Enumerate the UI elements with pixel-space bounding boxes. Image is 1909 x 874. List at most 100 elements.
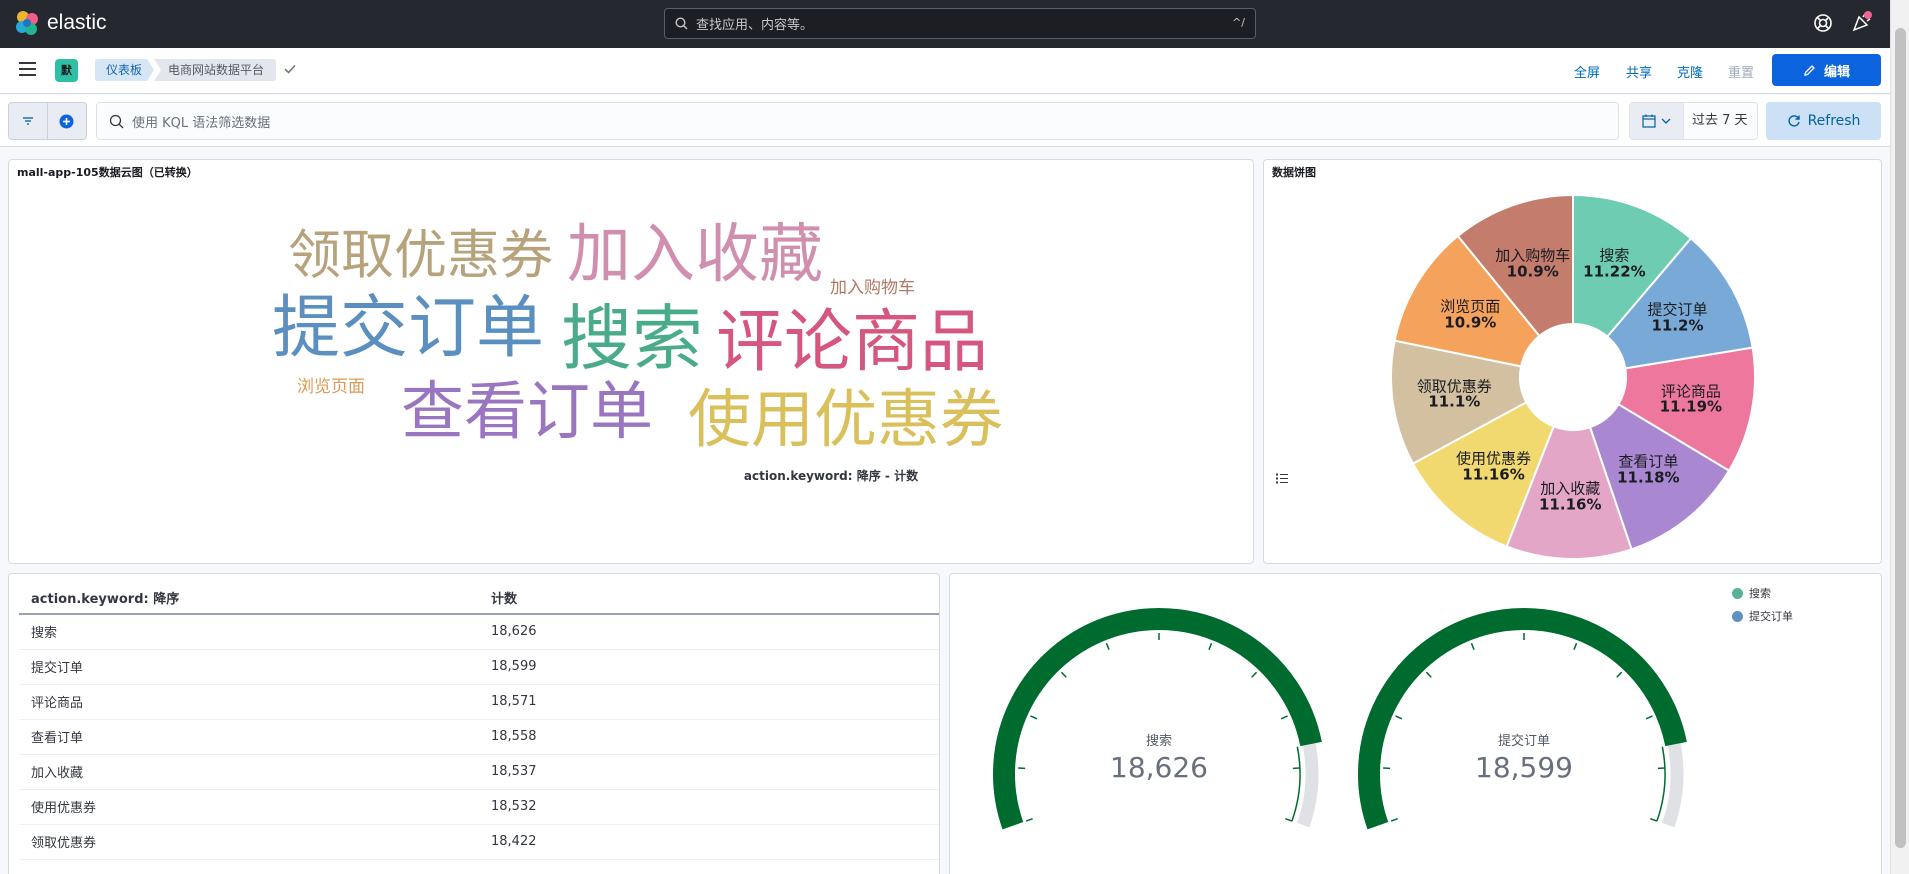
table-cell: 提交订单 [19,649,479,685]
share-link[interactable]: 共享 [1626,62,1652,81]
reset-link[interactable]: 重置 [1728,62,1754,81]
gauge-chart[interactable] [950,574,1882,874]
wordcloud-word[interactable]: 浏览页面 [297,379,365,396]
pie-panel[interactable]: 数据饼图 搜索 11.22% 提交订单 11.2% 评论商品 11.19% 查看订单 11.1… [1263,159,1882,564]
gauge-tick [1280,715,1288,720]
filter-menu-button[interactable] [9,103,48,139]
table-row: 提交订单 18,599 [19,649,939,685]
plus-circle-icon [59,114,74,128]
table-row: 评论商品 18,571 [19,684,939,720]
gauge-panel[interactable]: 搜索 提交订单 搜索 18,626 提交订单 18,599 [949,573,1882,874]
table-cell: 搜索 [19,614,479,650]
table-row: 查看订单 18,558 [19,719,939,755]
wordcloud-word[interactable]: 查看订单 [401,380,653,443]
gauge-inner-arc [1291,746,1301,822]
gauge-readout: 提交订单 18,599 [1475,730,1573,784]
chevron-down-icon [1661,118,1671,124]
pie-slice-label: 加入收藏 11.16% [1538,479,1602,513]
column-header[interactable]: action.keyword: 降序 [19,582,479,615]
pie-slice-label: 搜索 11.22% [1583,246,1646,281]
search-shortcut: ^/ [1232,16,1245,29]
gauge-tick [1395,715,1403,720]
table-cell: 18,599 [479,649,939,685]
pie-slice-label: 评论商品 11.19% [1659,381,1723,416]
gauge-tick [1285,817,1293,822]
menu-icon[interactable] [19,62,36,76]
refresh-icon [1787,115,1800,127]
help-icon[interactable] [1812,12,1834,34]
wordcloud-word[interactable]: 搜索 [561,303,703,374]
search-icon [109,114,124,128]
edit-button-label: 编辑 [1823,64,1850,80]
table-row: 领取优惠券 18,422 [19,824,939,860]
table-cell: 评论商品 [19,684,479,720]
pie-slice-label: 加入购物车 10.9% [1495,246,1571,280]
space-avatar[interactable]: 默 [55,59,78,82]
column-header[interactable]: 计数 [479,582,939,615]
pie-slice-label: 查看订单 11.18% [1617,452,1680,487]
breadcrumb-current-dashboard: 电商网站数据平台 [154,59,277,81]
gauge-inner-arc [1656,746,1666,822]
panel-title: mall-app-105数据云图（已转换） [17,166,198,179]
gauge-tick [1616,671,1623,678]
pie-slice-label: 使用优惠券 11.16% [1455,449,1532,483]
gauge-value: 18,599 [1475,751,1573,784]
data-table: action.keyword: 降序 计数 搜索 18,626 提交订单 18,59… [19,582,939,860]
page-scrollbar[interactable] [1890,0,1909,874]
gauge-fill[interactable] [993,608,1322,830]
add-filter-button[interactable] [48,103,87,139]
gauge-tick [1025,817,1033,822]
brand-name: elastic [47,11,107,34]
elastic-logo[interactable]: elastic [14,10,107,36]
notification-dot [1864,11,1872,19]
table-cell: 18,571 [479,684,939,720]
table-cell: 18,532 [479,789,939,825]
fullscreen-link[interactable]: 全屏 [1574,62,1600,81]
kql-search-input[interactable]: 使用 KQL 语法筛选数据 [96,102,1619,140]
table-cell: 使用优惠券 [19,789,479,825]
elastic-logo-icon [16,11,38,35]
gauge-tick [1208,642,1213,650]
pie-slice-label: 提交订单 11.2% [1647,300,1708,334]
edit-button[interactable]: 编辑 [1772,54,1881,86]
table-row: 使用优惠券 18,532 [19,789,939,825]
wordcloud-word[interactable]: 领取优惠券 [288,229,553,282]
saved-check-icon [284,64,296,74]
wordcloud-word[interactable]: 提交订单 [272,295,544,363]
gauge-readout: 搜索 18,626 [1110,730,1208,784]
gauge-tick [1060,671,1067,678]
table-cell: 领取优惠券 [19,824,479,860]
wordcloud-panel[interactable]: mall-app-105数据云图（已转换） 领取优惠券 加入收藏 加入购物车 提… [8,159,1254,564]
wordcloud-word[interactable]: 加入购物车 [830,280,915,297]
data-table-panel[interactable]: action.keyword: 降序 计数 搜索 18,626 提交订单 18,59… [8,573,940,874]
kql-placeholder: 使用 KQL 语法筛选数据 [132,115,271,131]
scrollbar-thumb[interactable] [1895,28,1906,848]
gauge-tick [1470,642,1475,650]
wordcloud-axis-label: action.keyword: 降序 - 计数 [743,469,919,483]
table-row: 加入收藏 18,537 [19,754,939,790]
dashboard-nav: 默 仪表板 电商网站数据平台 全屏 共享 克隆 重置 编辑 [0,48,1890,94]
table-cell: 18,558 [479,719,939,755]
search-placeholder: 查找应用、内容等。 [696,18,814,33]
breadcrumb-dashboards[interactable]: 仪表板 [95,59,154,81]
date-picker[interactable]: 过去 7 天 [1629,102,1758,140]
quick-select-button[interactable] [1630,103,1684,139]
time-range-label[interactable]: 过去 7 天 [1692,103,1748,139]
refresh-label: Refresh [1807,113,1861,129]
refresh-button[interactable]: Refresh [1766,102,1881,140]
gauge-fill[interactable] [1358,608,1687,830]
filter-button-group [8,102,87,140]
wordcloud-word[interactable]: 加入收藏 [567,223,823,287]
gauge-value: 18,626 [1110,751,1208,784]
wordcloud-word[interactable]: 使用优惠券 [688,388,1003,451]
gauge-tick [1251,671,1258,678]
global-search-input[interactable]: 查找应用、内容等。 ^/ [664,8,1256,39]
table-cell: 加入收藏 [19,754,479,790]
gauge-name: 提交订单 [1497,734,1551,749]
clone-link[interactable]: 克隆 [1677,62,1703,81]
wordcloud-word[interactable]: 评论商品 [716,309,988,377]
table-header-row: action.keyword: 降序 计数 [19,582,939,615]
query-bar: 使用 KQL 语法筛选数据 过去 7 天 Refresh [0,95,1890,147]
legend-toggle-icon[interactable] [1276,473,1288,484]
pie-slice-label: 浏览页面 10.9% [1440,297,1501,331]
